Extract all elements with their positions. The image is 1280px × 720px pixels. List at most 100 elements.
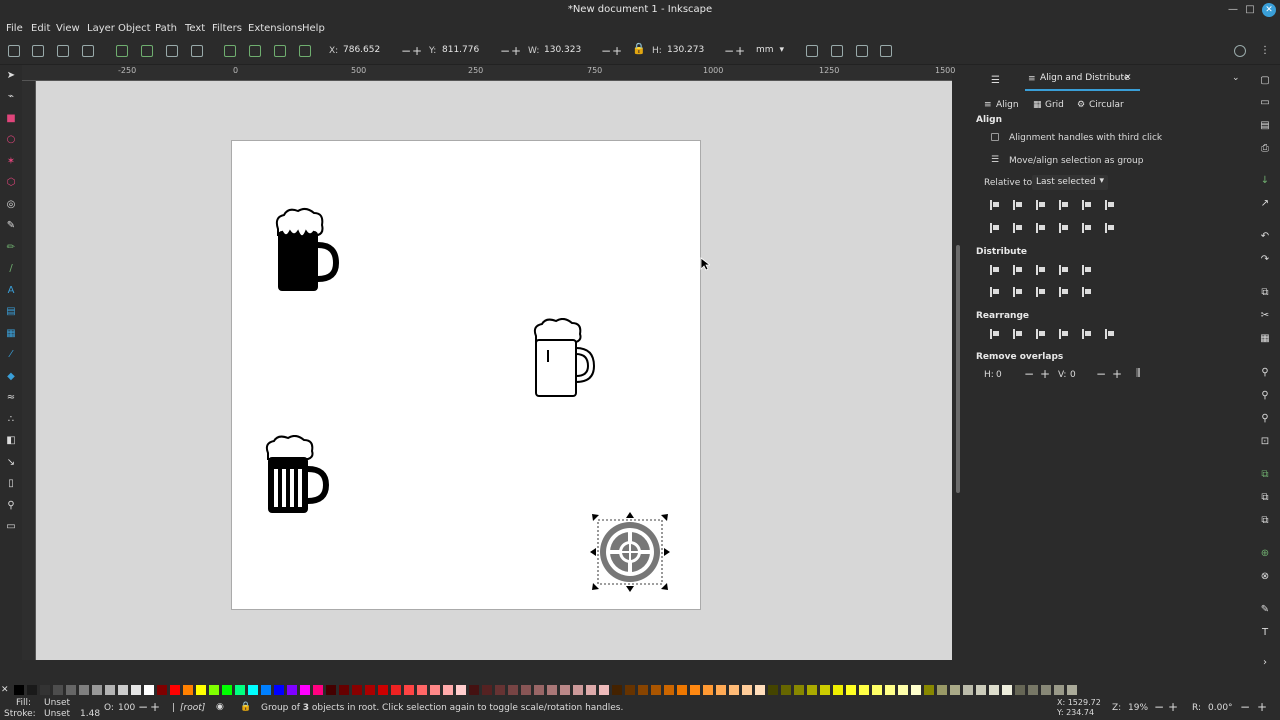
alignment-handles-checkbox[interactable] (991, 133, 999, 141)
measure-tool-icon[interactable]: ▭ (5, 521, 17, 533)
palette-swatch[interactable] (1028, 685, 1038, 695)
menu-extensions[interactable]: Extensions (248, 23, 302, 34)
no-paint-swatch[interactable]: ✕ (1, 685, 11, 695)
palette-swatch[interactable] (378, 685, 388, 695)
palette-swatch[interactable] (820, 685, 830, 695)
zoom-tool-icon[interactable]: ⚲ (5, 500, 17, 512)
palette-swatch[interactable] (14, 685, 24, 695)
palette-swatch[interactable] (1054, 685, 1064, 695)
palette-swatch[interactable] (157, 685, 167, 695)
palette-swatch[interactable] (66, 685, 76, 695)
palette-swatch[interactable] (963, 685, 973, 695)
tweak-tool-icon[interactable]: ≈ (5, 392, 17, 404)
menu-layer[interactable]: Layer (87, 23, 115, 34)
opacity-increment-icon[interactable]: + (150, 700, 160, 714)
exchange-stacking-order-icon[interactable] (1036, 329, 1046, 339)
palette-swatch[interactable] (781, 685, 791, 695)
redo-icon[interactable]: ↷ (1259, 254, 1271, 266)
scale-stroke-icon[interactable] (806, 45, 818, 57)
deselect-icon[interactable] (57, 45, 69, 57)
minimize-icon[interactable]: — (1226, 3, 1240, 17)
w-input[interactable]: 130.323 (544, 44, 599, 59)
snap-options-icon[interactable]: ⋮ (1260, 45, 1270, 56)
x-input[interactable]: 786.652 (343, 44, 398, 59)
palette-swatch[interactable] (248, 685, 258, 695)
tab-align-and-distribute[interactable]: Align and Distribute (1040, 73, 1130, 83)
lock-ratio-icon[interactable]: 🔒 (632, 42, 646, 55)
lower-icon[interactable] (274, 45, 286, 57)
overlap-h-input[interactable]: 0 (996, 370, 1002, 380)
center-horizontal-axis-icon[interactable] (1036, 223, 1046, 233)
overlap-v-input[interactable]: 0 (1070, 370, 1076, 380)
exchange-clockwise-icon[interactable] (1059, 329, 1069, 339)
palette-swatch[interactable] (976, 685, 986, 695)
menu-view[interactable]: View (56, 23, 80, 34)
palette-swatch[interactable] (118, 685, 128, 695)
zoom-increment-icon[interactable]: + (1168, 700, 1178, 714)
palette-swatch[interactable] (638, 685, 648, 695)
menu-object[interactable]: Object (118, 23, 151, 34)
unlink-clone-icon[interactable]: ⧉ (1259, 515, 1271, 527)
palette-swatch[interactable] (950, 685, 960, 695)
ungroup-icon[interactable]: ⊗ (1259, 571, 1271, 583)
overlap-h-increment-icon[interactable]: + (1040, 367, 1050, 381)
stroke-width[interactable]: 1.48 (80, 709, 100, 719)
page[interactable] (231, 140, 701, 610)
raise-to-top-icon[interactable] (224, 45, 236, 57)
subtab-align[interactable]: Align (996, 100, 1019, 110)
palette-swatch[interactable] (768, 685, 778, 695)
palette-swatch[interactable] (989, 685, 999, 695)
palette-swatch[interactable] (352, 685, 362, 695)
fill-stroke-icon[interactable]: ✎ (1259, 604, 1271, 616)
rectangle-tool-icon[interactable]: ■ (5, 113, 17, 125)
raise-icon[interactable] (249, 45, 261, 57)
align-left-to-right-icon[interactable] (1013, 200, 1023, 210)
pencil-tool-icon[interactable]: ✏ (5, 242, 17, 254)
cut-icon[interactable]: ✂ (1259, 310, 1271, 322)
palette-swatch[interactable] (365, 685, 375, 695)
overlap-v-increment-icon[interactable]: + (1112, 367, 1122, 381)
zoom-page-width-icon[interactable]: ⊡ (1259, 436, 1271, 448)
relative-to-select[interactable]: Last selected ▾ (1032, 175, 1108, 190)
palette-swatch[interactable] (898, 685, 908, 695)
palette-swatch[interactable] (209, 685, 219, 695)
unit-select[interactable]: mm ▾ (752, 43, 786, 59)
flip-horizontal-icon[interactable] (166, 45, 178, 57)
mesh-tool-icon[interactable]: ▦ (5, 328, 17, 340)
export-icon[interactable]: ↗ (1259, 198, 1271, 210)
subtab-circular[interactable]: Circular (1089, 100, 1124, 110)
palette-swatch[interactable] (456, 685, 466, 695)
palette-swatch[interactable] (794, 685, 804, 695)
palette-swatch[interactable] (1067, 685, 1077, 695)
paint-bucket-tool-icon[interactable]: ◆ (5, 371, 17, 383)
distribute-baselines-v-icon[interactable] (1082, 287, 1092, 297)
palette-swatch[interactable] (1015, 685, 1025, 695)
duplicate-icon[interactable]: ⧉ (1259, 469, 1271, 481)
close-tab-icon[interactable]: ✕ (1124, 73, 1132, 83)
dock-menu-icon[interactable]: ☰ (991, 75, 1000, 86)
dropper-tool-icon[interactable]: ⁄ (5, 349, 17, 361)
palette-swatch[interactable] (599, 685, 609, 695)
zoom-decrement-icon[interactable]: − (1154, 700, 1164, 714)
align-top-to-bottom-icon[interactable] (1013, 223, 1023, 233)
palette-swatch[interactable] (807, 685, 817, 695)
rotate-ccw-icon[interactable] (116, 45, 128, 57)
palette-swatch[interactable] (430, 685, 440, 695)
canvas[interactable] (36, 81, 952, 660)
menu-path[interactable]: Path (155, 23, 177, 34)
palette-swatch[interactable] (339, 685, 349, 695)
exchange-selection-order-icon[interactable] (1013, 329, 1023, 339)
node-tool-icon[interactable]: ⌁ (5, 91, 17, 103)
palette-swatch[interactable] (326, 685, 336, 695)
menu-help[interactable]: Help (302, 23, 325, 34)
overlap-v-decrement-icon[interactable]: − (1096, 367, 1106, 381)
palette-swatch[interactable] (183, 685, 193, 695)
menu-filters[interactable]: Filters (212, 23, 242, 34)
y-decrement-icon[interactable]: − (500, 44, 510, 58)
palette-swatch[interactable] (495, 685, 505, 695)
touch-select-icon[interactable] (82, 45, 94, 57)
pages-tool-icon[interactable]: ▯ (5, 478, 17, 490)
opacity-input[interactable]: 100 (118, 703, 135, 713)
remove-overlaps-icon[interactable]: ⫼ (1136, 368, 1141, 379)
open-document-icon[interactable]: ▭ (1259, 97, 1271, 109)
